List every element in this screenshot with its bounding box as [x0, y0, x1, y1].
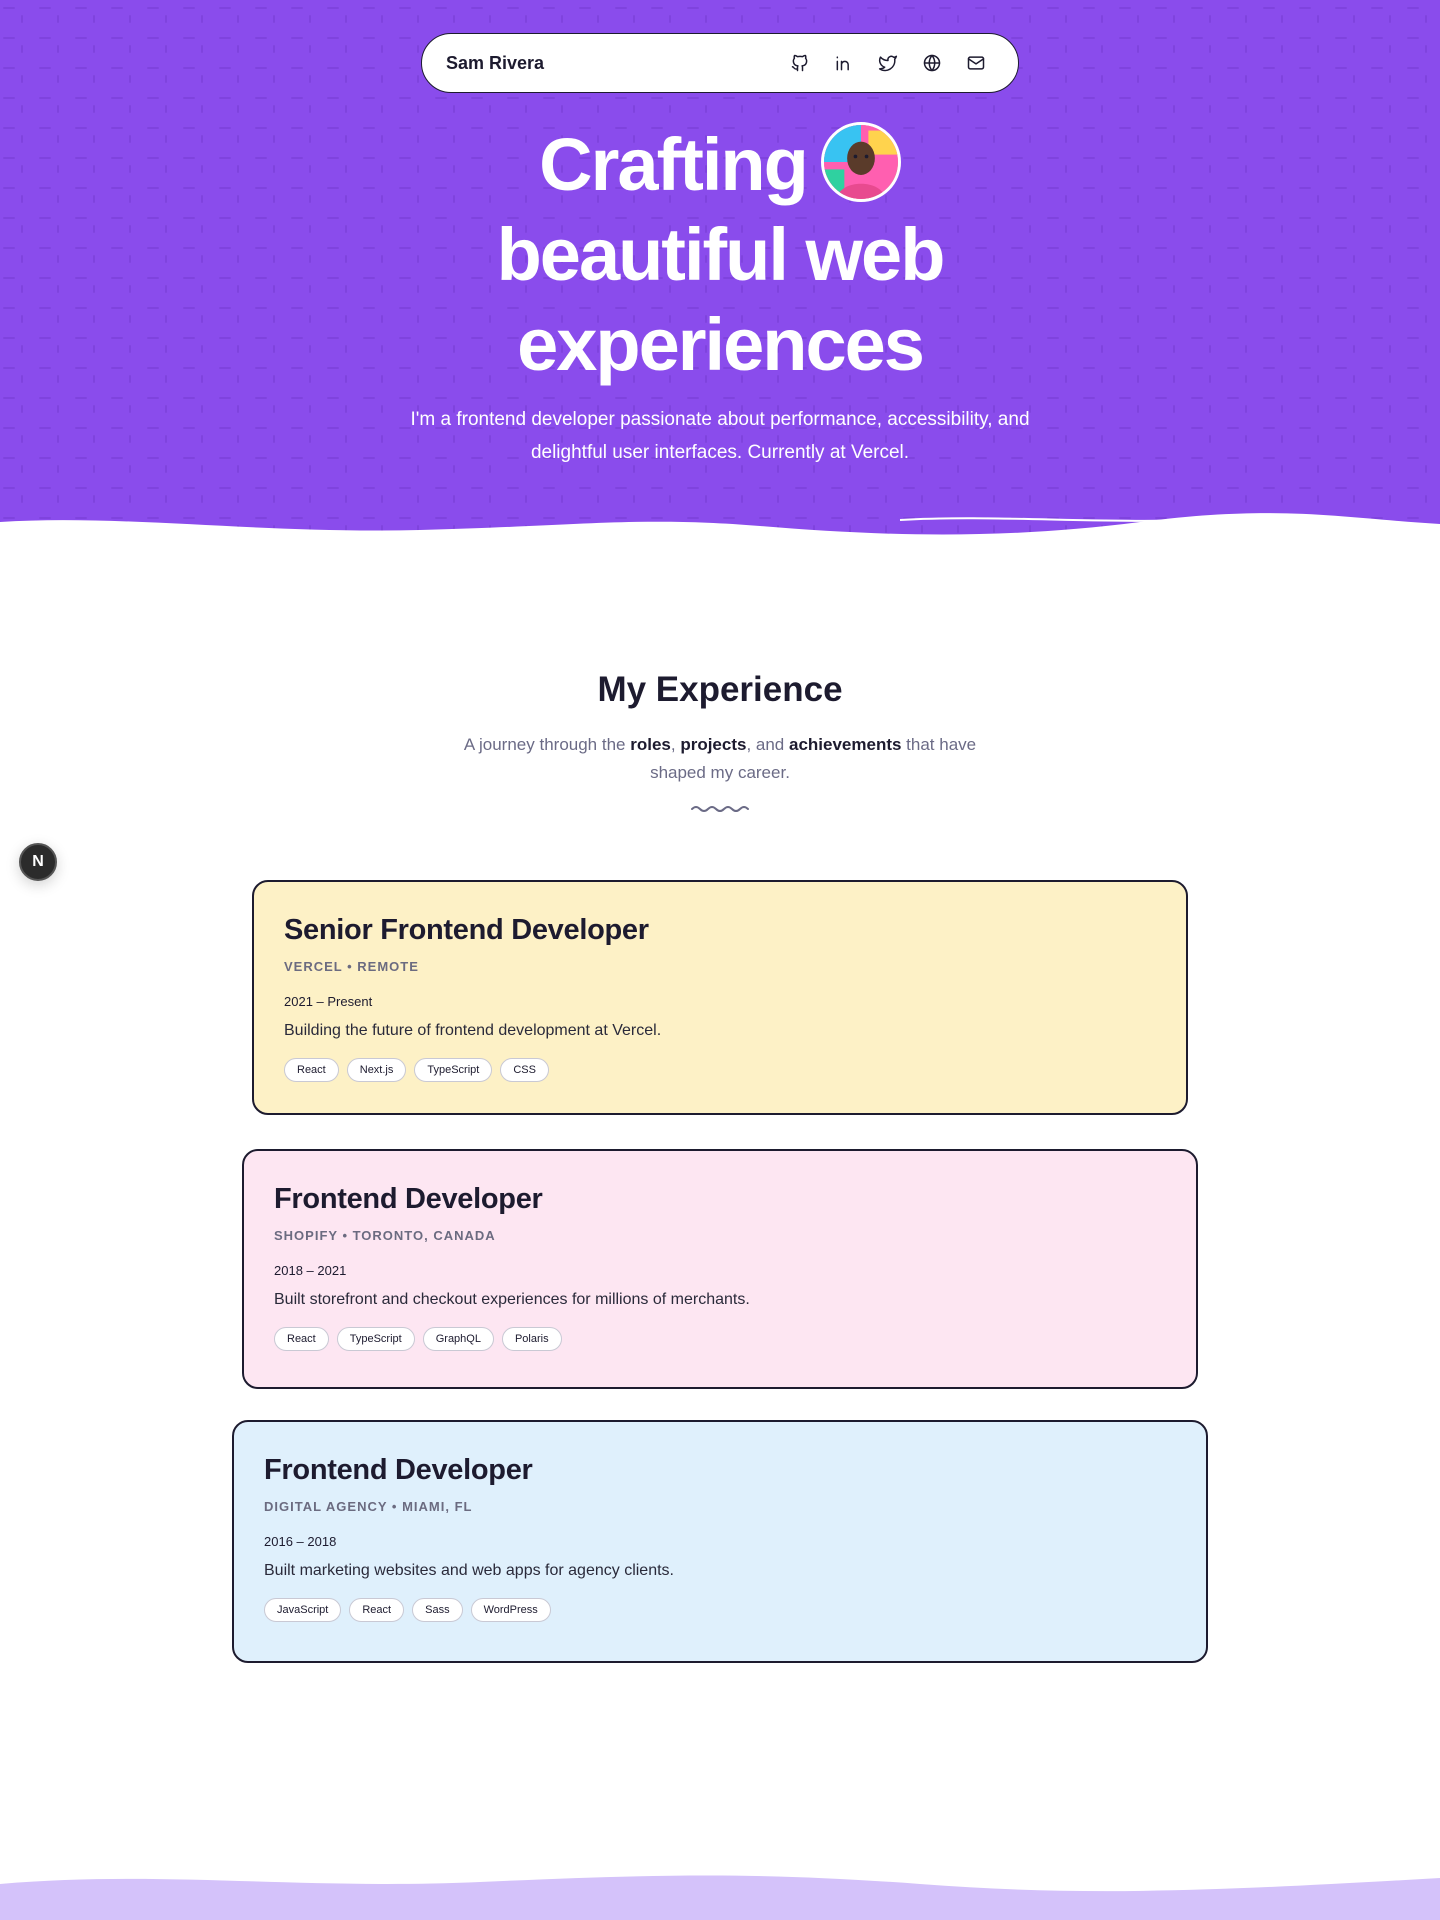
linkedin-icon[interactable] [832, 51, 856, 75]
tag: WordPress [470, 1598, 551, 1622]
mail-icon[interactable] [964, 51, 988, 75]
tag-list: React TypeScript GraphQL Polaris [274, 1327, 1166, 1351]
avatar [820, 122, 901, 203]
subtitle-text: , and [746, 735, 789, 754]
hero-subtitle: I'm a frontend developer passionate abou… [410, 409, 1030, 463]
card-title: Senior Frontend Developer [284, 914, 649, 946]
subtitle-roles: roles [630, 735, 671, 754]
tag: Sass [412, 1598, 463, 1622]
nextjs-dev-badge[interactable]: N [19, 843, 57, 881]
hero-title-line-3: experiences [517, 303, 925, 387]
hero-title-word: Crafting [539, 123, 809, 206]
card-description: Built storefront and checkout experience… [274, 1291, 750, 1308]
footer-wave-divider [0, 1875, 1440, 1920]
tag: Next.js [346, 1058, 407, 1082]
card-description: Built marketing websites and web apps fo… [264, 1562, 674, 1579]
card-dates: 2018 – 2021 [274, 1263, 347, 1278]
experience-title: My Experience [597, 670, 843, 709]
experience-subtitle: A journey through the roles, projects, a… [460, 731, 980, 787]
tag: CSS [500, 1058, 549, 1082]
experience-card-2: Frontend Developer SHOPIFY • TORONTO, CA… [242, 1149, 1198, 1389]
card-title: Frontend Developer [264, 1454, 533, 1486]
navbar: Sam Rivera [421, 33, 1019, 93]
globe-icon[interactable] [920, 51, 944, 75]
experience-card-1: Senior Frontend Developer VERCEL • REMOT… [252, 880, 1188, 1115]
hero-wave-divider [0, 513, 1440, 560]
tag: TypeScript [336, 1327, 415, 1351]
subtitle-achievements: achievements [789, 735, 902, 754]
card-company: DIGITAL AGENCY • MIAMI, FL [264, 1499, 473, 1514]
hero-title: Crafting beautiful web experiences [0, 120, 1440, 390]
tag: GraphQL [422, 1327, 494, 1351]
card-description: Building the future of frontend developm… [284, 1022, 662, 1039]
twitter-icon[interactable] [876, 51, 900, 75]
tag: TypeScript [414, 1058, 493, 1082]
subtitle-projects: projects [680, 735, 747, 754]
card-title: Frontend Developer [274, 1183, 543, 1215]
subtitle-text: , [670, 735, 681, 754]
experience-card-3: Frontend Developer DIGITAL AGENCY • MIAM… [232, 1420, 1208, 1663]
tag: JavaScript [264, 1598, 342, 1622]
hero-title-line-1: Crafting [0, 120, 1440, 210]
card-company: SHOPIFY • TORONTO, CANADA [274, 1228, 496, 1243]
tag: Polaris [501, 1327, 562, 1351]
tag: React [284, 1058, 339, 1082]
github-icon[interactable] [788, 51, 812, 75]
card-dates: 2016 – 2018 [264, 1534, 337, 1549]
tag: React [274, 1327, 329, 1351]
card-dates: 2021 – Present [284, 994, 373, 1009]
card-company: VERCEL • REMOTE [284, 959, 419, 974]
squiggle-divider [691, 806, 749, 812]
tag-list: React Next.js TypeScript CSS [284, 1058, 1156, 1082]
subtitle-text: A journey through the [463, 735, 631, 754]
hero-section: Sam Rivera Crafting beautiful web experi… [0, 0, 1440, 560]
site-name[interactable]: Sam Rivera [446, 53, 788, 74]
hero-title-line-2: beautiful web [496, 213, 946, 297]
tag-list: JavaScript React Sass WordPress [264, 1598, 1176, 1622]
tag: React [349, 1598, 405, 1622]
social-links [788, 51, 988, 75]
